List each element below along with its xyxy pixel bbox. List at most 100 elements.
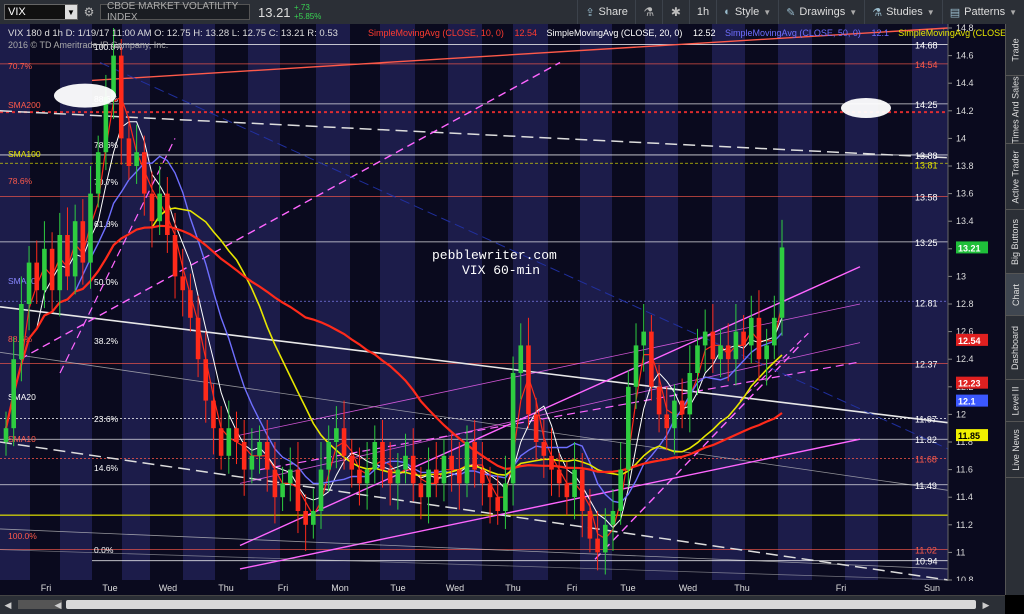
candle-body — [72, 221, 78, 277]
candle-body — [157, 193, 162, 222]
chevron-down-icon[interactable]: ▼ — [65, 5, 77, 19]
fib-label: 100.0% — [8, 531, 37, 541]
time-scrollbar[interactable]: ◀ ◀ ▶ — [0, 595, 1005, 614]
candle-body — [295, 469, 301, 511]
x-tick-label: Fri — [567, 583, 578, 593]
session-bands — [0, 24, 948, 580]
side-tab-label: Level II — [1010, 385, 1021, 416]
change-pct: +5.85% — [294, 12, 322, 21]
candle-body — [526, 345, 531, 415]
x-tick-label: Tue — [102, 583, 117, 593]
side-tab-trade[interactable]: Trade — [1006, 24, 1024, 76]
candle-body — [280, 483, 285, 498]
candle-body — [733, 331, 739, 360]
candle-body — [318, 469, 324, 511]
y-tick-label: 13.6 — [956, 189, 974, 199]
x-tick-label: Thu — [734, 583, 750, 593]
chart-toolbar: VIX ▼ ⚙ CBOE MARKET VOLATILITY INDEX 13.… — [0, 0, 1024, 25]
candle-body — [572, 469, 577, 498]
candle-body — [341, 428, 347, 456]
scroll-left-arrow-icon[interactable]: ◀ — [2, 599, 14, 611]
candle-body — [695, 345, 700, 373]
candle-body — [380, 442, 385, 470]
y-tick-label: 11 — [956, 547, 965, 557]
y-tick-label: 13 — [956, 271, 966, 281]
studies-button[interactable]: ⚗ Studies ▼ — [864, 0, 942, 24]
side-tab-big-buttons[interactable]: Big Buttons — [1006, 210, 1024, 274]
candle-body — [549, 455, 554, 470]
side-tab-live-news[interactable]: Live News — [1006, 422, 1024, 478]
candle-body — [203, 359, 209, 401]
y-tick-label: 12 — [956, 409, 966, 419]
side-tab-dashboard[interactable]: Dashboard — [1006, 316, 1024, 380]
price-chart[interactable]: 100.0%70.7%SMA20088.6%78.6%SMA10078.6%70… — [0, 24, 1005, 595]
candle-body — [464, 442, 470, 484]
patterns-button[interactable]: ▤ Patterns ▼ — [941, 0, 1024, 24]
candle-body — [303, 511, 308, 525]
side-tab-times-and-sales[interactable]: Times And Sales — [1006, 76, 1024, 144]
candle-body — [449, 455, 454, 470]
candle-body — [165, 193, 170, 235]
fib-label: 14.6% — [94, 463, 119, 473]
y-tick-label: 13.4 — [956, 216, 974, 226]
study-value: 12.1 — [872, 28, 890, 38]
candle-body — [610, 511, 616, 525]
level-value-label: 14.68 — [915, 41, 938, 51]
candle-body — [510, 373, 516, 484]
settings-icon[interactable]: ✱ — [661, 0, 689, 24]
y-tick-label: 11.4 — [956, 492, 973, 502]
candle-body — [679, 400, 685, 415]
style-label: Style — [734, 6, 760, 18]
level-value-label: 11.97 — [915, 415, 937, 425]
candle-body — [756, 317, 762, 360]
interval-button[interactable]: 1h — [688, 0, 716, 24]
side-tab-label: Times And Sales — [1010, 75, 1021, 144]
flask-icon[interactable]: ⚗ — [634, 0, 662, 24]
style-button[interactable]: ◐ Style ▼ — [716, 0, 778, 24]
last-price: 13.21 — [258, 4, 291, 20]
x-axis-strip — [0, 581, 1005, 595]
candle-body — [426, 469, 431, 498]
level-value-label: 13.88 — [915, 151, 938, 161]
candle-body — [357, 469, 362, 484]
price-tag-label: 12.23 — [958, 379, 981, 389]
candle-body — [80, 221, 86, 263]
side-tab-level-ii[interactable]: Level II — [1006, 380, 1024, 422]
gear-icon[interactable]: ⚙ — [82, 5, 96, 19]
candle-body — [103, 97, 109, 153]
candle-body — [495, 497, 501, 511]
candle-body — [26, 262, 32, 304]
y-tick-label: 13.8 — [956, 161, 974, 171]
symbol-selector[interactable]: VIX ▼ — [4, 4, 78, 20]
fib-label: 78.6% — [8, 176, 33, 186]
scroll-left-small-icon[interactable]: ◀ — [52, 599, 64, 611]
level-value-label: 14.54 — [915, 60, 938, 70]
price-tag-label: 12.1 — [958, 397, 976, 407]
candle-body — [433, 469, 439, 484]
candle-body — [118, 55, 124, 139]
scroll-thumb[interactable] — [66, 600, 976, 609]
level-value-label: 12.81 — [915, 299, 938, 309]
y-tick-label: 14.4 — [956, 78, 974, 88]
level-value-label: 12.37 — [915, 359, 938, 369]
candle-body — [95, 152, 101, 194]
style-icon: ◐ — [724, 6, 731, 18]
pencil-icon: ✎ — [786, 6, 796, 19]
side-tab-chart[interactable]: Chart — [1006, 274, 1024, 316]
oval-highlight — [54, 83, 116, 108]
time-axis: Fri Tue Wed Thu Fri Mon Tue Wed Thu Fri Tue Wed Thu F… — [0, 581, 1005, 595]
x-tick-label: Tue — [620, 583, 635, 593]
y-tick-label: 12.8 — [956, 299, 974, 309]
side-tab-active-trader[interactable]: Active Trader — [1006, 144, 1024, 210]
share-button[interactable]: ⇪ Share — [577, 0, 635, 24]
candle-body — [503, 483, 508, 511]
session-band — [712, 24, 745, 580]
scroll-right-arrow-icon[interactable]: ▶ — [980, 599, 992, 611]
session-band — [122, 24, 150, 580]
x-tick-label: Tue — [390, 583, 405, 593]
candle-body — [65, 235, 70, 277]
candle-body — [34, 262, 40, 291]
ohlc-header: VIX 180 d 1h D: 1/19/17 11:00 AM O: 12.7… — [8, 28, 338, 39]
drawings-button[interactable]: ✎ Drawings ▼ — [778, 0, 864, 24]
chevron-down-icon: ▼ — [926, 7, 935, 17]
